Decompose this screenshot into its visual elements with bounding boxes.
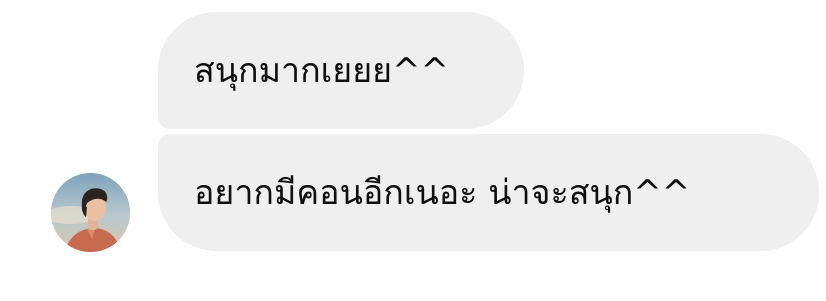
message-text: สนุกมากเยยย^^ — [194, 50, 450, 91]
message-thread: สนุกมากเยยย^^ อยากมีคอนอีกเนอะ น่าจะสนุก… — [0, 0, 826, 301]
message-bubble[interactable]: สนุกมากเยยย^^ — [158, 12, 524, 129]
message-text: อยากมีคอนอีกเนอะ น่าจะสนุก^^ — [194, 172, 691, 213]
message-bubble[interactable]: อยากมีคอนอีกเนอะ น่าจะสนุก^^ — [158, 134, 819, 251]
sender-avatar[interactable] — [51, 173, 130, 252]
person-photo-avatar-icon — [51, 173, 130, 252]
